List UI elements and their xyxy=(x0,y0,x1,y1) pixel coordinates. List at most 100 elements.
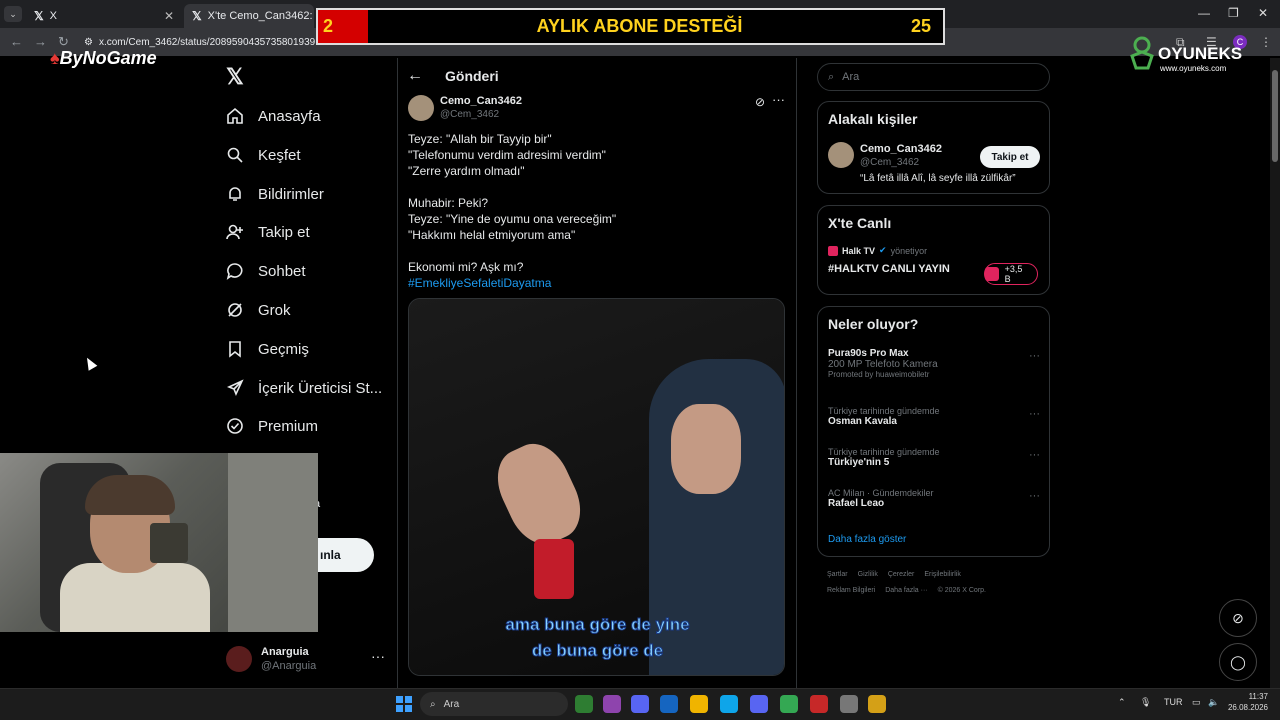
hashtag-link[interactable]: #EmekliyeSefaletiDayatma xyxy=(408,275,783,291)
browser-tab-2[interactable]: 𝕏 X'te Cemo_Can3462: "Teyze xyxy=(184,4,314,28)
grok-fab[interactable]: ⊘ xyxy=(1219,599,1257,637)
trend-context: AC Milan · Gündemdekiler xyxy=(828,488,934,498)
avatar[interactable] xyxy=(408,95,434,121)
trends-card: Neler oluyor? Pura90s Pro Max 200 MP Tel… xyxy=(817,306,1050,557)
search-input[interactable]: ⌕ Ara xyxy=(817,63,1050,91)
taskbar-clock[interactable]: 11:37 26.08.2026 xyxy=(1226,691,1268,713)
browser-tab-1[interactable]: 𝕏 X ✕ xyxy=(26,4,180,28)
nav-item-label: Takip et xyxy=(258,223,310,241)
file-explorer-icon[interactable] xyxy=(690,695,708,713)
post-line: "Zerre yardım olmadı" xyxy=(408,164,525,178)
back-arrow-icon[interactable]: ← xyxy=(407,67,423,85)
more-icon[interactable]: ··· xyxy=(1029,350,1040,362)
footer-link[interactable]: Reklam Bilgileri xyxy=(827,587,875,594)
more-icon[interactable]: ··· xyxy=(371,648,385,664)
host-avatar-icon xyxy=(985,267,999,281)
close-window-icon[interactable]: ✕ xyxy=(1258,6,1268,20)
avatar[interactable] xyxy=(828,142,854,168)
banner-title: AYLIK ABONE DESTEĞİ xyxy=(536,16,743,36)
taskbar-app-icon[interactable] xyxy=(603,695,621,713)
address-text: x.com/Cem_3462/status/208959043573580193… xyxy=(98,36,316,48)
trend-context: Türkiye tarihinde gündemde xyxy=(828,447,940,457)
trend-item[interactable]: Pura90s Pro Max 200 MP Telefoto Kamera P… xyxy=(828,348,1040,379)
more-icon[interactable]: ··· xyxy=(1029,449,1040,461)
microphone-icon[interactable]: 🎙 xyxy=(1140,697,1151,708)
nav-item-label: Grok xyxy=(258,301,291,319)
nav-item-chat[interactable]: Sohbet xyxy=(226,258,306,284)
taskbar-search[interactable]: ⌕ Ara xyxy=(420,692,568,716)
volume-icon[interactable]: 🔈 xyxy=(1208,697,1219,708)
footer-link[interactable]: Gizlilik xyxy=(858,571,878,578)
tray-overflow-icon[interactable]: ⌃ xyxy=(1118,697,1126,708)
trend-item[interactable]: Türkiye tarihinde gündemde Osman Kavala … xyxy=(828,406,1040,427)
halktv-logo-icon xyxy=(828,245,838,256)
nav-item-home[interactable]: Anasayfa xyxy=(226,103,321,129)
account-switcher[interactable]: Anarguia @Anarguia ··· xyxy=(226,644,385,674)
footer-link[interactable]: Şartlar xyxy=(827,571,848,578)
more-icon[interactable]: ··· xyxy=(1029,408,1040,420)
nav-item-notifications[interactable]: Bildirimler xyxy=(226,181,324,207)
x-home-logo[interactable]: 𝕏 xyxy=(226,64,244,90)
nav-item-bookmarks[interactable]: Geçmiş xyxy=(226,336,309,362)
nav-item-grok[interactable]: Grok xyxy=(226,297,291,323)
post-text: Teyze: "Allah bir Tayyip bir" "Telefonum… xyxy=(408,131,783,291)
author-name[interactable]: Cemo_Can3462 xyxy=(440,95,522,107)
nav-item-follow[interactable]: Takip et xyxy=(226,219,310,245)
more-icon[interactable]: ··· xyxy=(772,92,785,107)
close-icon[interactable]: ✕ xyxy=(164,9,174,23)
taskbar-app-icon[interactable] xyxy=(631,695,649,713)
grok-icon xyxy=(226,301,244,319)
post-author: Cemo_Can3462 @Cem_3462 ⊘ ··· xyxy=(408,92,788,124)
divider xyxy=(397,58,398,688)
trend-item[interactable]: Türkiye tarihinde gündemde Türkiye'nin 5… xyxy=(828,447,1040,468)
input-language[interactable]: TUR xyxy=(1164,697,1183,707)
windows-start-icon[interactable] xyxy=(396,696,412,712)
search-icon xyxy=(226,146,244,164)
post-video[interactable]: ama buna göre de yine de buna göre de xyxy=(408,298,785,676)
edge-icon[interactable] xyxy=(720,695,738,713)
person-name[interactable]: Cemo_Can3462 xyxy=(860,143,942,155)
maximize-icon[interactable]: ❐ xyxy=(1228,6,1239,20)
webcam-overlay xyxy=(0,453,318,632)
footer-link[interactable]: Çerezler xyxy=(888,571,914,578)
back-icon[interactable]: ← xyxy=(10,34,23,49)
taskbar-app-icon[interactable] xyxy=(575,695,593,713)
network-icon[interactable]: ▭ xyxy=(1192,697,1201,708)
post-button[interactable]: ınla xyxy=(318,538,374,572)
messages-fab[interactable]: ◯ xyxy=(1219,643,1257,681)
show-more-link[interactable]: Daha fazla göster xyxy=(828,534,906,545)
follow-button[interactable]: Takip et xyxy=(980,146,1040,168)
nav-item-label: Anasayfa xyxy=(258,107,321,125)
taskbar-app-icon[interactable] xyxy=(868,695,886,713)
site-info-icon[interactable]: ⚙ xyxy=(84,37,93,48)
chat-icon xyxy=(226,262,244,280)
author-handle[interactable]: @Cem_3462 xyxy=(440,109,499,120)
banner-left-number: 2 xyxy=(318,10,368,43)
browser-menu-icon[interactable]: ⋮ xyxy=(1260,35,1272,49)
nav-item-explore[interactable]: Keşfet xyxy=(226,142,301,168)
live-source: Halk TV ✔ yönetiyor xyxy=(828,245,927,256)
taskbar-app-icon[interactable] xyxy=(660,695,678,713)
live-stream-title[interactable]: #HALKTV CANLI YAYIN xyxy=(828,263,950,275)
nav-item-label: Sohbet xyxy=(258,262,306,280)
taskbar-app-icon[interactable] xyxy=(810,695,828,713)
footer-link[interactable]: Daha fazla ··· xyxy=(885,587,927,594)
more-icon[interactable]: ··· xyxy=(1029,490,1040,502)
discord-icon[interactable] xyxy=(750,695,768,713)
scrollbar-thumb[interactable] xyxy=(1272,70,1278,162)
tab-search-button[interactable]: ⌄ xyxy=(4,6,22,22)
nav-item-premium[interactable]: Premium xyxy=(226,413,318,439)
minimize-icon[interactable]: — xyxy=(1198,6,1210,20)
chrome-icon[interactable] xyxy=(780,695,798,713)
nav-item-creator-studio[interactable]: İçerik Üreticisi St... xyxy=(226,375,382,401)
grok-explain-icon[interactable]: ⊘ xyxy=(755,95,765,109)
bynogame-mark-icon: ♠ xyxy=(50,48,60,68)
live-listeners-pill[interactable]: +3,5 B xyxy=(984,263,1038,285)
taskbar-app-icon[interactable] xyxy=(840,695,858,713)
search-icon: ⌕ xyxy=(828,70,835,83)
footer-link[interactable]: Erişilebilirlik xyxy=(924,571,961,578)
post-line: "Hakkımı helal etmiyorum ama" xyxy=(408,228,576,242)
trend-item[interactable]: AC Milan · Gündemdekiler Rafael Leao ··· xyxy=(828,488,1040,509)
forward-icon[interactable]: → xyxy=(34,34,47,49)
post-line: Teyze: "Yine de oyumu ona vereceğim" xyxy=(408,212,617,226)
